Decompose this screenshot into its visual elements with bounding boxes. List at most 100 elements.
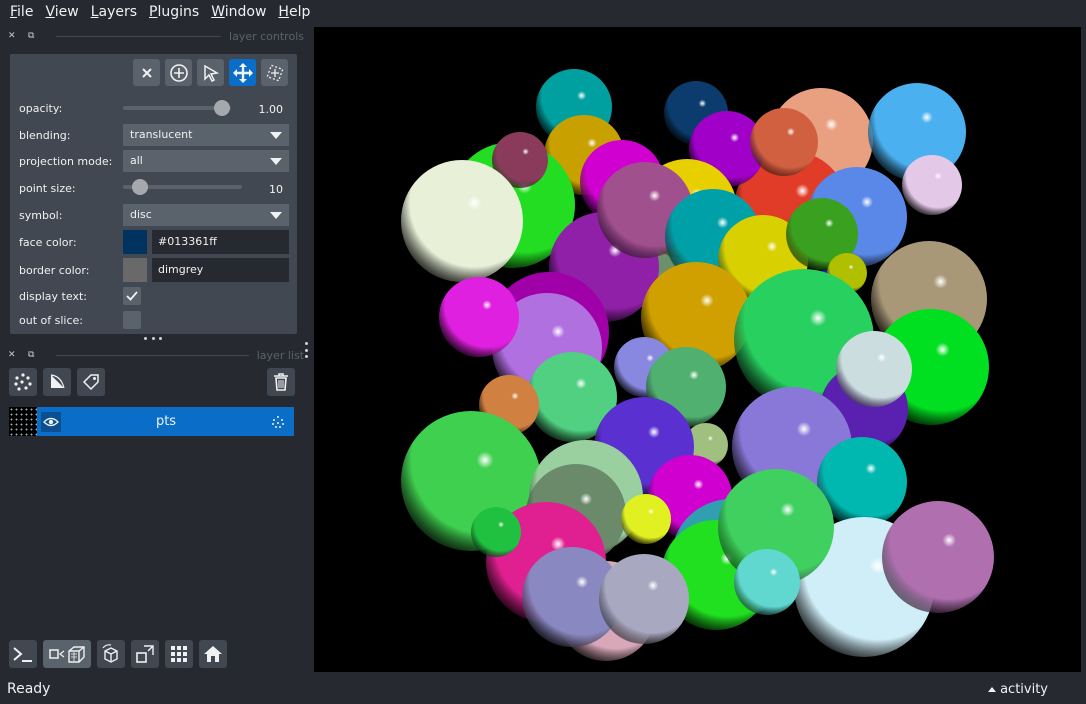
left-dock: ✕ ⧉ layer controls opacity: 1.00 blendin… xyxy=(0,24,314,672)
out-of-slice-row: out of slice: xyxy=(19,309,289,331)
home-icon xyxy=(204,646,222,662)
reset-view-button[interactable] xyxy=(199,640,227,668)
transpose-dimensions-button[interactable] xyxy=(131,640,159,668)
new-points-layer-button[interactable] xyxy=(9,368,37,396)
projection-mode-dropdown[interactable]: all xyxy=(123,150,289,172)
chevron-up-icon xyxy=(988,687,997,692)
menu-layers[interactable]: Layers xyxy=(85,0,143,24)
grid-mode-button[interactable] xyxy=(165,640,193,668)
float-dock-icon[interactable]: ⧉ xyxy=(28,350,38,360)
blending-dropdown[interactable]: translucent xyxy=(123,124,289,146)
add-points-button[interactable] xyxy=(165,59,192,86)
border-color-label: border color: xyxy=(19,263,90,277)
chevron-down-icon xyxy=(270,132,282,139)
point-sphere xyxy=(734,549,800,615)
splitter-handle[interactable] xyxy=(144,334,162,342)
menu-view[interactable]: View xyxy=(39,0,84,24)
chevron-down-icon xyxy=(270,212,282,219)
select-points-button[interactable] xyxy=(197,59,224,86)
2d-3d-toggle-icon xyxy=(49,646,85,663)
point-sphere xyxy=(750,108,818,176)
add-circle-icon xyxy=(169,63,188,82)
transform-button[interactable] xyxy=(261,59,288,86)
points-icon xyxy=(14,373,32,391)
point-sphere xyxy=(439,277,519,357)
points-layer-type-icon xyxy=(272,415,284,428)
pointer-icon xyxy=(203,64,219,82)
layer-list-item-pts[interactable]: pts xyxy=(9,407,294,436)
trash-icon xyxy=(274,373,288,391)
display-text-checkbox[interactable] xyxy=(123,287,141,305)
blending-label: blending: xyxy=(19,128,71,142)
status-text: Ready xyxy=(7,681,51,697)
layer-list-title: layer list xyxy=(256,348,304,362)
opacity-value: 1.00 xyxy=(258,103,284,116)
menu-plugins[interactable]: Plugins xyxy=(143,0,205,24)
tag-icon xyxy=(82,374,99,391)
dock-options-handle[interactable] xyxy=(305,342,308,358)
float-dock-icon[interactable]: ⧉ xyxy=(28,31,38,41)
out-of-slice-checkbox[interactable] xyxy=(123,311,141,329)
layer-controls-title: layer controls xyxy=(229,29,304,43)
activity-button[interactable]: activity xyxy=(988,682,1048,697)
projection-mode-label: projection mode: xyxy=(19,154,113,168)
point-sphere xyxy=(902,155,962,215)
face-color-swatch[interactable] xyxy=(123,230,147,254)
symbol-dropdown[interactable]: disc xyxy=(123,204,289,226)
visibility-toggle[interactable] xyxy=(41,411,61,432)
border-color-input[interactable]: dimgrey xyxy=(152,258,289,282)
point-sphere xyxy=(471,507,521,557)
move-arrows-icon xyxy=(232,62,253,83)
delete-layer-button[interactable] xyxy=(267,368,295,396)
menu-window[interactable]: Window xyxy=(205,0,272,24)
delete-points-button[interactable] xyxy=(133,59,160,86)
point-size-label: point size: xyxy=(19,181,76,195)
face-color-input[interactable]: #013361ff xyxy=(152,230,289,254)
title-divider xyxy=(56,354,249,356)
roll-dimensions-button[interactable] xyxy=(97,640,125,668)
close-icon xyxy=(141,67,152,78)
close-dock-icon[interactable]: ✕ xyxy=(8,350,18,360)
menu-file[interactable]: File xyxy=(4,0,39,24)
projection-mode-value: all xyxy=(130,154,143,167)
new-shapes-layer-button[interactable] xyxy=(43,368,71,396)
new-labels-layer-button[interactable] xyxy=(77,368,105,396)
title-divider xyxy=(56,35,222,37)
close-dock-icon[interactable]: ✕ xyxy=(8,31,18,41)
layer-name[interactable]: pts xyxy=(61,414,271,429)
point-sphere xyxy=(882,501,994,613)
checkmark-icon xyxy=(126,291,138,301)
out-of-slice-label: out of slice: xyxy=(19,313,83,327)
display-text-row: display text: xyxy=(19,285,289,307)
viewer-canvas[interactable] xyxy=(314,27,1081,672)
symbol-value: disc xyxy=(130,208,152,221)
layer-controls-panel: opacity: 1.00 blending: translucent proj… xyxy=(10,54,297,334)
transpose-icon xyxy=(136,645,154,663)
terminal-icon xyxy=(13,647,32,662)
border-color-swatch[interactable] xyxy=(123,258,147,282)
opacity-label: opacity: xyxy=(19,101,63,115)
chevron-down-icon xyxy=(270,158,282,165)
layer-list-titlebar: ✕ ⧉ layer list xyxy=(8,345,304,365)
point-size-value: 10 xyxy=(269,183,283,196)
display-text-label: display text: xyxy=(19,289,87,303)
status-bar: Ready activity xyxy=(0,672,1086,704)
eye-icon xyxy=(43,417,59,426)
layer-thumbnail xyxy=(9,407,37,436)
point-sphere xyxy=(621,494,671,544)
point-sphere xyxy=(401,160,523,282)
menu-bar: File View Layers Plugins Window Help xyxy=(0,0,1086,24)
point-sphere xyxy=(599,554,689,644)
console-button[interactable] xyxy=(9,640,37,668)
symbol-label: symbol: xyxy=(19,208,63,222)
point-size-slider-handle[interactable] xyxy=(132,179,148,195)
opacity-slider-handle[interactable] xyxy=(214,100,230,116)
grid-icon xyxy=(171,646,187,662)
toggle-ndisplay-button[interactable] xyxy=(43,640,91,668)
point-sphere xyxy=(836,331,912,407)
pan-zoom-button[interactable] xyxy=(229,59,256,86)
menu-help[interactable]: Help xyxy=(272,0,316,24)
cube-roll-icon xyxy=(102,644,118,663)
shapes-icon xyxy=(50,374,65,389)
blending-value: translucent xyxy=(130,128,193,141)
